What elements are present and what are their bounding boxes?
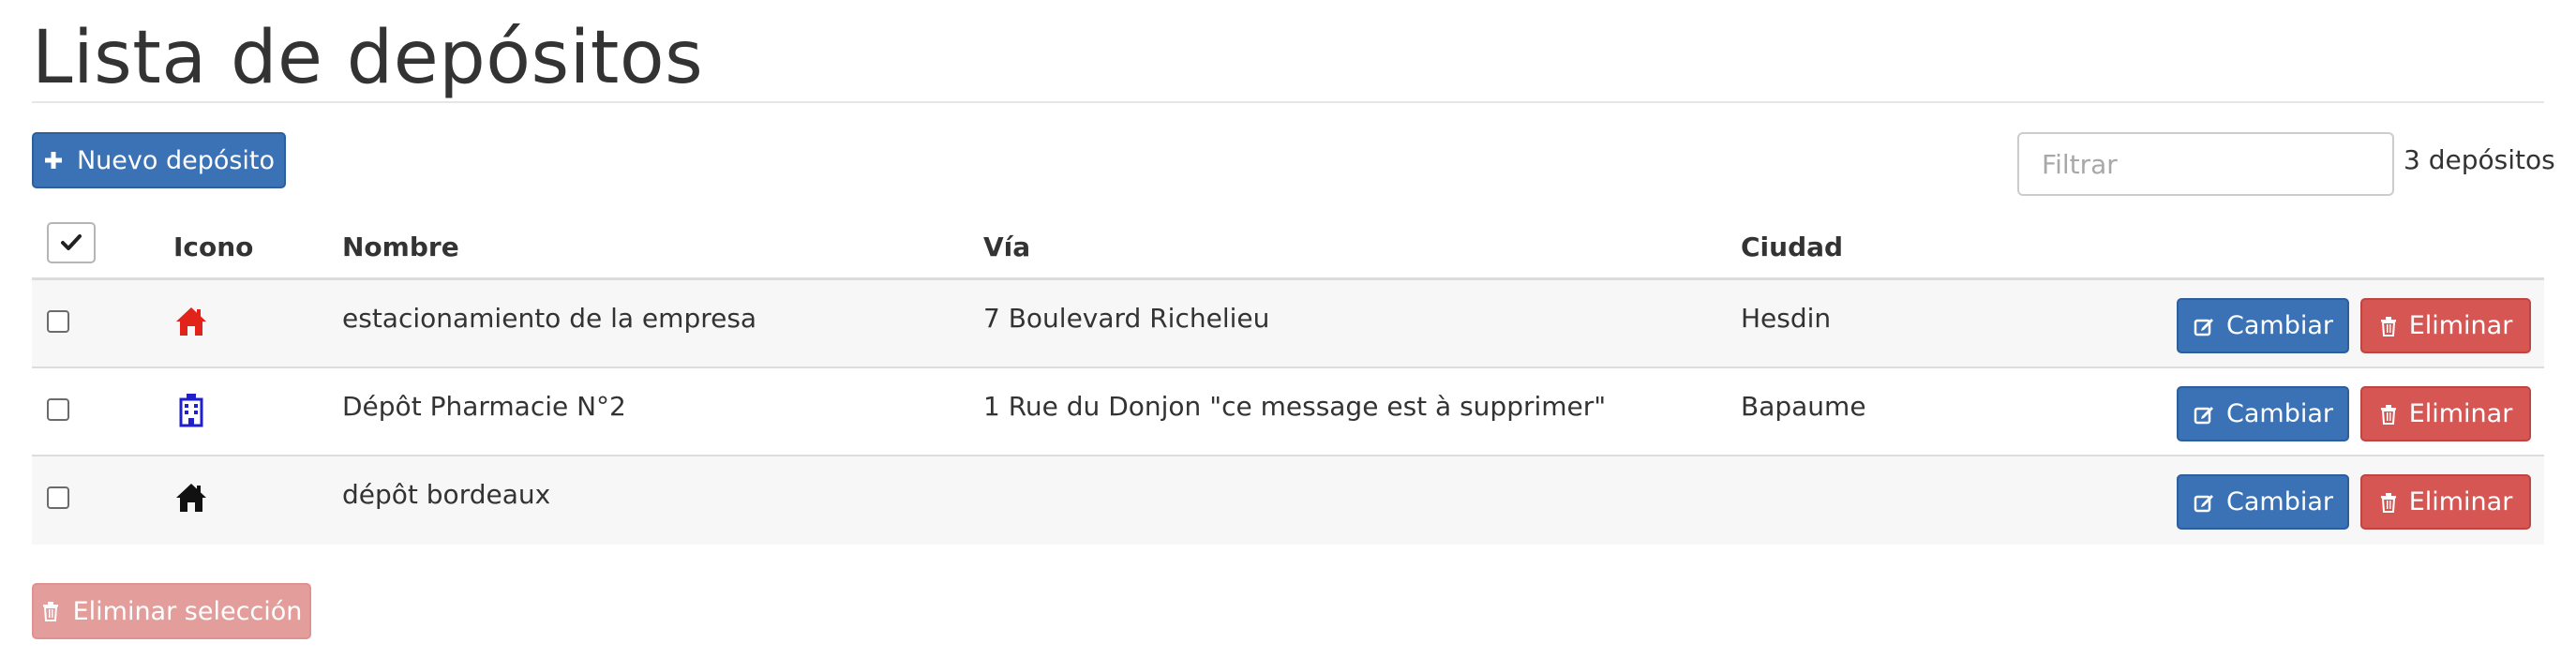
column-header-city: Ciudad — [1741, 232, 1844, 262]
home-icon — [176, 307, 206, 336]
title-divider — [32, 101, 2544, 103]
trash-icon — [2380, 404, 2396, 425]
trash-icon — [2380, 492, 2396, 513]
delete-label: Eliminar — [2408, 311, 2513, 340]
deposit-city: Hesdin — [1741, 303, 1832, 334]
edit-label: Cambiar — [2226, 311, 2333, 340]
delete-selection-label: Eliminar selección — [72, 596, 303, 626]
deposit-name: dépôt bordeaux — [342, 479, 551, 510]
delete-button[interactable]: Eliminar — [2360, 386, 2531, 441]
deposit-count: 3 depósitos — [2404, 144, 2555, 175]
column-header-name: Nombre — [342, 232, 459, 262]
edit-button[interactable]: Cambiar — [2177, 386, 2349, 441]
table-header: Icono Nombre Vía Ciudad — [32, 208, 2544, 280]
deposit-name: estacionamiento de la empresa — [342, 303, 757, 334]
edit-icon — [2194, 406, 2213, 424]
row-checkbox[interactable] — [47, 310, 69, 333]
column-header-icon: Icono — [173, 232, 254, 262]
trash-icon — [42, 602, 58, 621]
row-checkbox[interactable] — [47, 398, 69, 421]
select-all-button[interactable] — [47, 222, 96, 263]
trash-icon — [2380, 316, 2396, 336]
column-header-via: Vía — [983, 232, 1031, 262]
delete-button[interactable]: Eliminar — [2360, 474, 2531, 530]
new-deposit-button[interactable]: Nuevo depósito — [32, 132, 286, 188]
check-icon — [61, 234, 82, 250]
row-checkbox[interactable] — [47, 486, 69, 509]
table-row: dépôt bordeaux Cambiar Eliminar — [32, 456, 2544, 545]
delete-label: Eliminar — [2408, 487, 2513, 516]
deposit-via: 1 Rue du Donjon "ce message est à suppri… — [983, 391, 1607, 422]
hospital-icon — [179, 394, 203, 427]
deposit-name: Dépôt Pharmacie N°2 — [342, 391, 626, 422]
edit-label: Cambiar — [2226, 399, 2333, 428]
filter-input[interactable] — [2017, 132, 2394, 196]
home-icon — [176, 484, 206, 512]
table-row: estacionamiento de la empresa 7 Boulevar… — [32, 280, 2544, 368]
edit-icon — [2194, 318, 2213, 336]
deposit-city: Bapaume — [1741, 391, 1866, 422]
deposits-table: Icono Nombre Vía Ciudad estacionamiento … — [32, 208, 2544, 545]
delete-button[interactable]: Eliminar — [2360, 298, 2531, 353]
deposit-via: 7 Boulevard Richelieu — [983, 303, 1270, 334]
plus-icon — [44, 152, 62, 169]
edit-icon — [2194, 494, 2213, 512]
delete-label: Eliminar — [2408, 399, 2513, 428]
page-title: Lista de depósitos — [32, 16, 704, 100]
depositos-page: Lista de depósitos Nuevo depósito 3 depó… — [0, 0, 2576, 658]
new-deposit-label: Nuevo depósito — [76, 145, 276, 175]
edit-button[interactable]: Cambiar — [2177, 298, 2349, 353]
edit-button[interactable]: Cambiar — [2177, 474, 2349, 530]
table-row: Dépôt Pharmacie N°2 1 Rue du Donjon "ce … — [32, 368, 2544, 456]
delete-selection-button[interactable]: Eliminar selección — [32, 583, 311, 639]
edit-label: Cambiar — [2226, 487, 2333, 516]
